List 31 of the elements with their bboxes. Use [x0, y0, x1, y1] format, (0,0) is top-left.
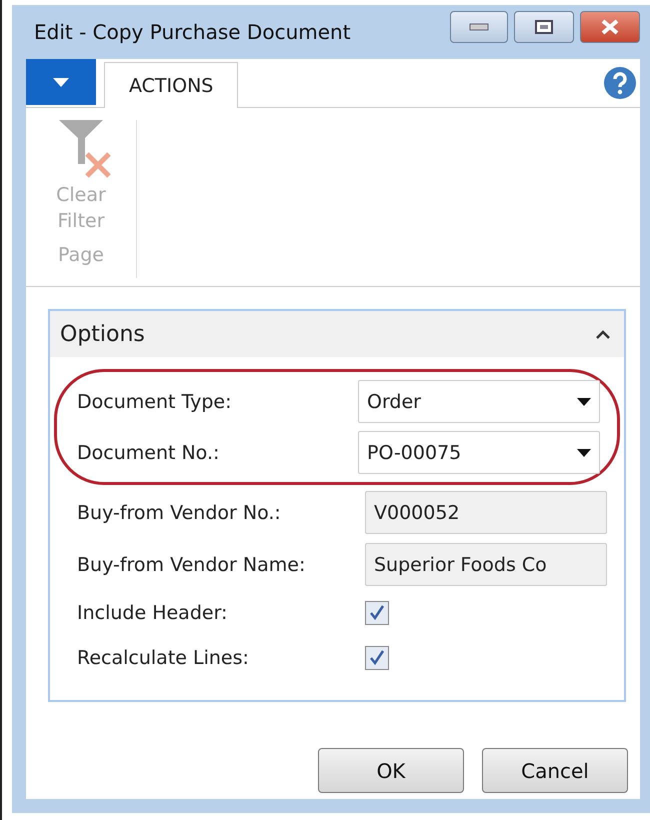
panel-header[interactable]: Options	[50, 311, 624, 357]
window-title: Edit - Copy Purchase Document	[33, 20, 351, 44]
readonly-field: Superior Foods Co	[365, 543, 607, 586]
checkbox[interactable]	[365, 646, 389, 670]
dropdown-field[interactable]: PO-00075	[358, 431, 600, 474]
group-label: Page	[58, 244, 104, 266]
dropdown-arrow-icon	[577, 448, 591, 456]
minimize-icon	[469, 23, 489, 31]
field-label: Buy-from Vendor Name:	[77, 554, 306, 576]
maximize-button[interactable]	[514, 11, 574, 43]
panel-title: Options	[60, 322, 145, 346]
dropdown-arrow-icon	[577, 398, 591, 406]
close-button[interactable]	[580, 11, 640, 43]
collapse-chevron-icon[interactable]	[596, 330, 610, 338]
field-label: Recalculate Lines:	[77, 647, 250, 669]
maximize-icon	[535, 20, 553, 34]
dropdown-field[interactable]: Order	[358, 380, 600, 423]
field-label: Include Header:	[77, 602, 228, 624]
field-label: Buy-from Vendor No.:	[77, 502, 282, 524]
close-icon	[600, 19, 620, 35]
readonly-field: V000052	[365, 491, 607, 534]
dialog-button[interactable]: OK	[318, 748, 464, 793]
caret-icon	[53, 78, 69, 86]
field-label: Document Type:	[77, 390, 233, 412]
minimize-button[interactable]	[450, 11, 508, 43]
dialog-button[interactable]: Cancel	[482, 748, 628, 793]
field-label: Document No.:	[77, 442, 220, 464]
ribbon-tab[interactable]: ACTIONS	[104, 62, 238, 108]
checkbox[interactable]	[365, 601, 389, 625]
menu-button[interactable]	[26, 59, 96, 105]
help-icon[interactable]	[604, 67, 636, 99]
